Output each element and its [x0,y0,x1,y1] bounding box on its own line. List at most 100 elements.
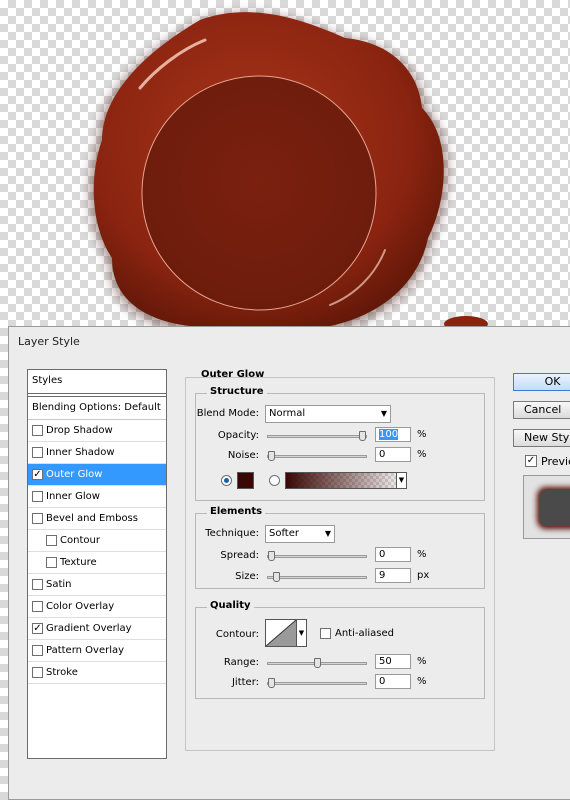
opacity-label: Opacity: [217,430,259,441]
contour-curve-icon [266,620,296,646]
noise-input[interactable]: 0 [375,447,411,462]
opacity-slider-thumb[interactable] [359,431,366,441]
gradient-picker[interactable]: ▼ [285,472,407,489]
seal-inner-disc [141,75,377,311]
style-checkbox[interactable] [32,645,43,656]
wax-seal-artwork [91,12,488,338]
jitter-value: 0 [379,676,386,687]
style-checkbox[interactable] [32,601,43,612]
size-unit: px [417,570,430,581]
chevron-down-icon: ▼ [296,620,306,646]
noise-unit: % [417,449,427,460]
spread-label: Spread: [220,550,259,561]
blend-mode-label: Blend Mode: [196,408,259,419]
chevron-down-icon: ▼ [380,409,387,418]
style-item-label: Satin [46,579,72,590]
size-label: Size: [235,571,259,582]
chevron-down-icon: ▼ [396,473,406,488]
style-item-label: Drop Shadow [46,425,113,436]
noise-slider-thumb[interactable] [268,451,275,461]
style-checkbox[interactable] [32,425,43,436]
style-checkbox[interactable] [32,491,43,502]
style-item-drop-shadow[interactable]: Drop Shadow [28,420,166,442]
new-style-button[interactable]: New Style [513,429,570,447]
style-item-bevel-and-emboss[interactable]: Bevel and Emboss [28,508,166,530]
jitter-slider[interactable] [267,678,367,688]
gradient-radio[interactable] [269,475,280,486]
layer-style-dialog: Layer Style Styles Blending Options: Def… [8,326,570,800]
style-checkbox[interactable]: ✓ [32,623,43,634]
noise-label: Noise: [227,450,259,461]
blend-mode-value: Normal [269,408,306,419]
styles-header[interactable]: Styles [28,370,166,394]
preview-label: Preview [541,455,570,468]
style-checkbox[interactable] [32,513,43,524]
size-slider-thumb[interactable] [272,572,280,582]
range-slider[interactable] [267,658,367,668]
technique-value: Softer [269,528,299,539]
style-item-label: Color Overlay [46,601,115,612]
preview-checkbox[interactable]: ✓ [525,455,537,467]
spread-slider-thumb[interactable] [268,551,275,561]
style-item-label: Pattern Overlay [46,645,125,656]
jitter-slider-thumb[interactable] [268,678,275,688]
style-item-inner-glow[interactable]: Inner Glow [28,486,166,508]
style-item-label: Texture [60,557,97,568]
style-checkbox[interactable]: ✓ [32,469,43,480]
range-value: 50 [379,656,392,667]
style-item-label: Inner Glow [46,491,100,502]
jitter-label: Jitter: [231,677,259,688]
noise-slider[interactable] [267,451,367,461]
preview-swatch [540,490,570,526]
spread-value: 0 [379,549,386,560]
style-item-outer-glow[interactable]: ✓ Outer Glow [28,464,166,486]
opacity-slider[interactable] [267,431,367,441]
anti-aliased-label: Anti-aliased [335,628,395,639]
style-checkbox[interactable] [46,557,57,568]
preview-thumbnail [523,475,570,539]
style-checkbox[interactable] [32,667,43,678]
style-item-label: Outer Glow [46,469,103,480]
style-item-label: Bevel and Emboss [46,513,138,524]
jitter-unit: % [417,676,427,687]
jitter-input[interactable]: 0 [375,674,411,689]
spread-input[interactable]: 0 [375,547,411,562]
cancel-button[interactable]: Cancel [513,401,570,419]
opacity-value: 100 [379,429,399,440]
range-input[interactable]: 50 [375,654,411,669]
range-slider-thumb[interactable] [313,658,321,668]
style-item-texture[interactable]: Texture [28,552,166,574]
spread-slider[interactable] [267,551,367,561]
technique-select[interactable]: Softer ▼ [265,525,335,543]
size-input[interactable]: 9 [375,568,411,583]
blending-options-item[interactable]: Blending Options: Default [28,396,166,420]
style-item-gradient-overlay[interactable]: ✓ Gradient Overlay [28,618,166,640]
opacity-input[interactable]: 100 [375,427,411,442]
structure-title: Structure [207,386,267,397]
chevron-down-icon: ▼ [324,529,331,538]
quality-title: Quality [207,600,254,611]
size-slider[interactable] [267,572,367,582]
contour-label: Contour: [215,629,259,640]
style-item-label: Stroke [46,667,78,678]
style-item-stroke[interactable]: Stroke [28,662,166,684]
style-item-pattern-overlay[interactable]: Pattern Overlay [28,640,166,662]
anti-aliased-checkbox[interactable] [320,628,331,639]
style-checkbox[interactable] [46,535,57,546]
color-radio[interactable] [221,475,232,486]
style-checkbox[interactable] [32,579,43,590]
style-checkbox[interactable] [32,447,43,458]
glow-color-swatch[interactable] [237,472,254,489]
style-item-label: Inner Shadow [46,447,115,458]
blend-mode-select[interactable]: Normal ▼ [265,405,391,423]
style-item-contour[interactable]: Contour [28,530,166,552]
ok-button[interactable]: OK [513,373,570,391]
style-item-label: Gradient Overlay [46,623,132,634]
elements-title: Elements [207,506,266,517]
style-item-color-overlay[interactable]: Color Overlay [28,596,166,618]
noise-value: 0 [379,449,386,460]
style-item-satin[interactable]: Satin [28,574,166,596]
range-label: Range: [223,657,259,668]
contour-picker[interactable]: ▼ [265,619,307,647]
style-item-inner-shadow[interactable]: Inner Shadow [28,442,166,464]
